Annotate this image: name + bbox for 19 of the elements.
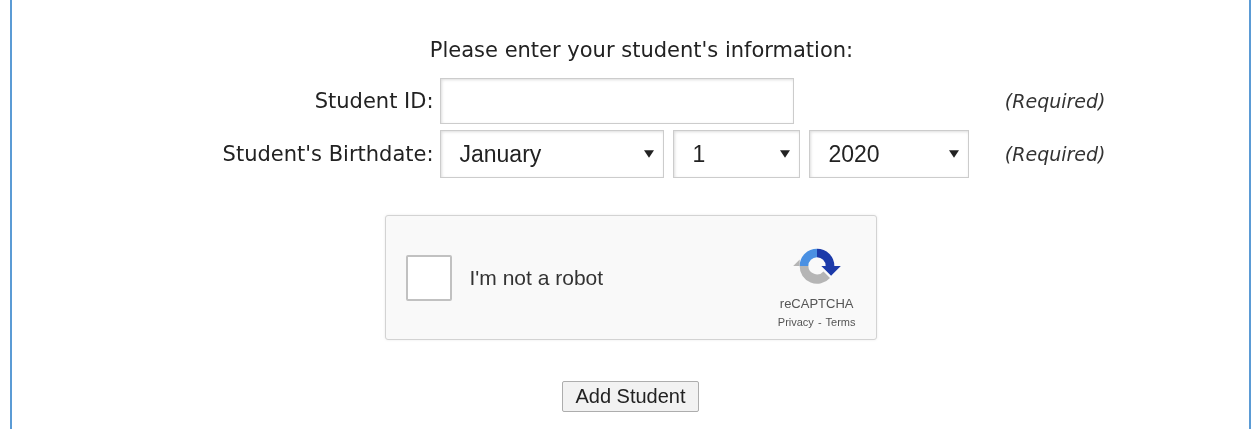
required-note: (Required)	[1003, 90, 1106, 112]
caret-icon	[779, 149, 790, 159]
privacy-link[interactable]: Privacy	[777, 315, 814, 328]
caret-icon	[948, 149, 959, 159]
text-input-field[interactable]	[439, 78, 794, 124]
checkbox[interactable]	[405, 254, 452, 301]
brand-name: reCAPTCHA	[779, 295, 854, 311]
link-separator: -	[817, 315, 822, 328]
dropdown[interactable]: 2020	[808, 130, 969, 178]
dropdown[interactable]: 1	[672, 130, 800, 178]
dropdown[interactable]: January	[439, 130, 664, 178]
caret-icon	[643, 149, 654, 159]
add-student-button[interactable]: Add Student	[562, 381, 699, 412]
captcha-label: I'm not a robot	[469, 265, 605, 290]
required-note: (Required)	[1003, 143, 1106, 165]
field-label: Student's Birthdate:	[221, 142, 434, 166]
terms-link[interactable]: Terms	[825, 315, 856, 328]
field-label: Student ID:	[313, 89, 434, 113]
form-heading: Please enter your student's information:	[429, 38, 854, 64]
